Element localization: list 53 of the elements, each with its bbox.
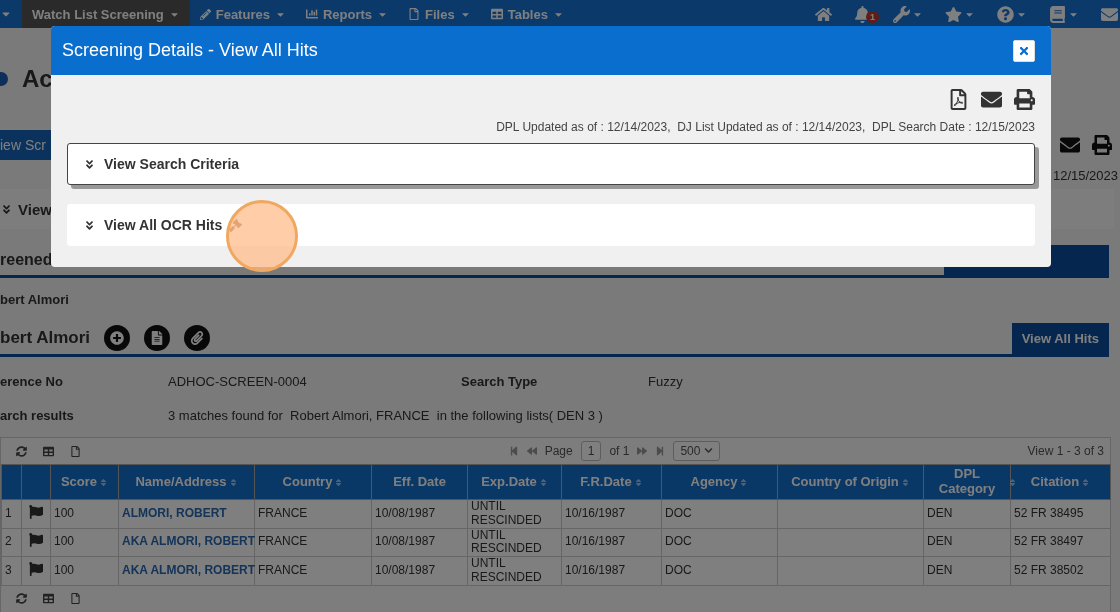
detail-label: erence No [0, 374, 64, 389]
record-count: View 1 - 3 of 3 [1027, 444, 1104, 458]
page-size-select[interactable]: 500 [673, 441, 720, 461]
table-cell: FRANCE [258, 505, 308, 520]
detail-label: Search Type [461, 374, 539, 389]
accordion-header[interactable]: View All OCR Hits [67, 204, 1035, 246]
table-cell: 10/16/1987 [565, 505, 626, 520]
page-field[interactable]: 1 [580, 441, 602, 461]
table-cell: DEN [927, 505, 953, 520]
table-cell: DOC [665, 534, 692, 549]
table-cell: UNTIL RESCINDED [471, 527, 542, 556]
table-cell: 100 [54, 534, 75, 549]
page-count: of 1 [609, 444, 630, 458]
nav-menu-item[interactable]: Features [189, 0, 296, 28]
table-cell: 10/08/1987 [375, 563, 436, 578]
detail-label: arch results [0, 408, 75, 423]
table-cell: 100 [54, 563, 75, 578]
column-header[interactable]: Agency [690, 474, 738, 490]
entity-title: bert Almori [0, 328, 91, 348]
column-header[interactable]: Country [282, 474, 333, 490]
table-cell: 52 FR 38495 [1014, 505, 1084, 520]
detail-value: ADHOC-SCREEN-0004 [168, 374, 308, 389]
table-cell: DOC [665, 563, 692, 578]
table-cell: DOC [665, 505, 692, 520]
table-cell: DEN [927, 563, 953, 578]
row-number: 3 [5, 563, 12, 578]
detail-value: Fuzzy [648, 374, 684, 389]
table-cell: 10/16/1987 [565, 563, 626, 578]
page-label: Page [544, 444, 573, 458]
nav-menu-item[interactable]: Watch List Screening [22, 0, 190, 28]
table-cell: 52 FR 38502 [1014, 563, 1084, 578]
table-cell: UNTIL RESCINDED [471, 499, 542, 527]
table-cell: 52 FR 38497 [1014, 534, 1084, 549]
nav-menu-item[interactable]: Files [398, 0, 481, 28]
nav-menu-item[interactable]: Reports [295, 0, 399, 28]
search-date: 12/15/2023 [1052, 168, 1118, 183]
table-cell: FRANCE [258, 563, 308, 578]
view-all-hits-button[interactable]: View All Hits [1011, 323, 1109, 354]
table-cell: UNTIL RESCINDED [471, 556, 542, 584]
update-dates: DPL Updated as of : 12/14/2023, DJ List Updated as of : 12/14/2023, DPL Search Date : 12/15/2023 [495, 119, 1036, 136]
table-cell: DEN [927, 534, 953, 549]
row-number: 1 [5, 505, 12, 520]
nav-menu-item[interactable]: Tables [480, 0, 574, 28]
page-title: Ac [22, 65, 53, 93]
dialog-title: Screening Details - View All Hits [62, 40, 318, 61]
table-cell: 10/08/1987 [375, 505, 436, 520]
table-cell: 100 [54, 505, 75, 520]
entity-name: bert Almori [0, 291, 70, 309]
detail-value: 3 matches found for Robert Almori, FRANCE in the following lists( DEN 3 ) [168, 408, 604, 423]
row-number: 2 [5, 534, 12, 549]
table-cell: FRANCE [258, 534, 308, 549]
table-cell: 10/16/1987 [565, 534, 626, 549]
table-cell: 10/08/1987 [375, 534, 436, 549]
